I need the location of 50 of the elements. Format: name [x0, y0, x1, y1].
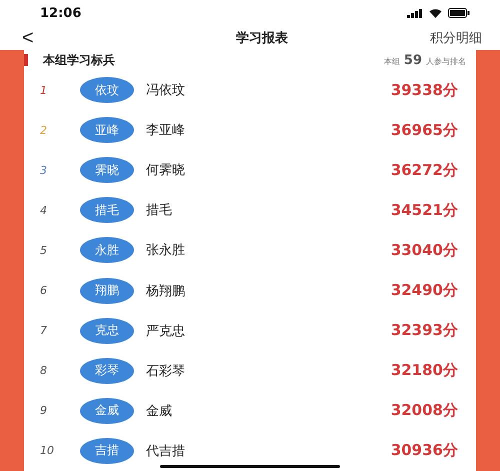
- member-name: 冯依玟: [146, 82, 186, 100]
- rank-number: 4: [40, 204, 48, 217]
- member-name: 严克忠: [146, 322, 186, 340]
- avatar-badge: 措毛: [80, 197, 134, 224]
- back-button[interactable]: <: [22, 28, 34, 48]
- avatar-badge: 吉措: [80, 438, 134, 464]
- avatar-badge: 霁晓: [80, 157, 134, 184]
- rank-number: 3: [40, 164, 48, 177]
- score: 32490分: [390, 281, 458, 300]
- avatar-badge: 克忠: [80, 318, 134, 344]
- member-name: 杨翔鹏: [146, 282, 186, 300]
- rank-number: 2: [40, 124, 48, 137]
- avatar-badge: 永胜: [80, 237, 134, 264]
- section-title: 本组学习标兵: [43, 52, 116, 68]
- member-name: 张永胜: [146, 242, 186, 260]
- member-name: 代吉措: [146, 442, 186, 460]
- participant-count: 本组 59 人参与排名: [384, 52, 466, 68]
- rank-number: 9: [40, 404, 48, 418]
- member-name: 措毛: [146, 202, 173, 220]
- avatar-badge: 依玟: [80, 77, 134, 104]
- rank-number: 7: [40, 324, 48, 338]
- avatar-badge: 彩琴: [80, 358, 134, 384]
- member-name: 石彩琴: [146, 362, 186, 380]
- member-name: 李亚峰: [146, 122, 186, 140]
- score: 33040分: [390, 240, 458, 260]
- avatar-badge: 金威: [80, 398, 134, 424]
- member-name: 金威: [146, 402, 173, 420]
- wifi-icon: [429, 8, 442, 18]
- points-detail-link[interactable]: 积分明细: [430, 29, 482, 47]
- member-name: 何霁晓: [146, 162, 186, 180]
- score: 36272分: [390, 160, 458, 180]
- score: 34521分: [390, 200, 458, 220]
- rank-number: 8: [40, 364, 48, 378]
- rank-number: 1: [40, 84, 48, 97]
- rank-number: 6: [40, 284, 48, 298]
- score: 39338分: [390, 80, 458, 100]
- avatar-badge: 亚峰: [80, 117, 134, 144]
- page-title: 学习报表: [234, 30, 289, 47]
- score: 32180分: [390, 361, 458, 380]
- section-marker: [24, 54, 28, 66]
- battery-icon: [448, 8, 470, 18]
- rank-number: 5: [40, 244, 48, 257]
- score: 30936分: [390, 441, 458, 460]
- score: 32393分: [390, 321, 458, 340]
- signal-icon: [407, 8, 423, 18]
- status-time: 12:06: [40, 6, 82, 20]
- avatar-badge: 翔鹏: [80, 278, 134, 304]
- rank-number: 10: [40, 444, 55, 458]
- score: 36965分: [390, 120, 458, 140]
- score: 32008分: [390, 401, 458, 420]
